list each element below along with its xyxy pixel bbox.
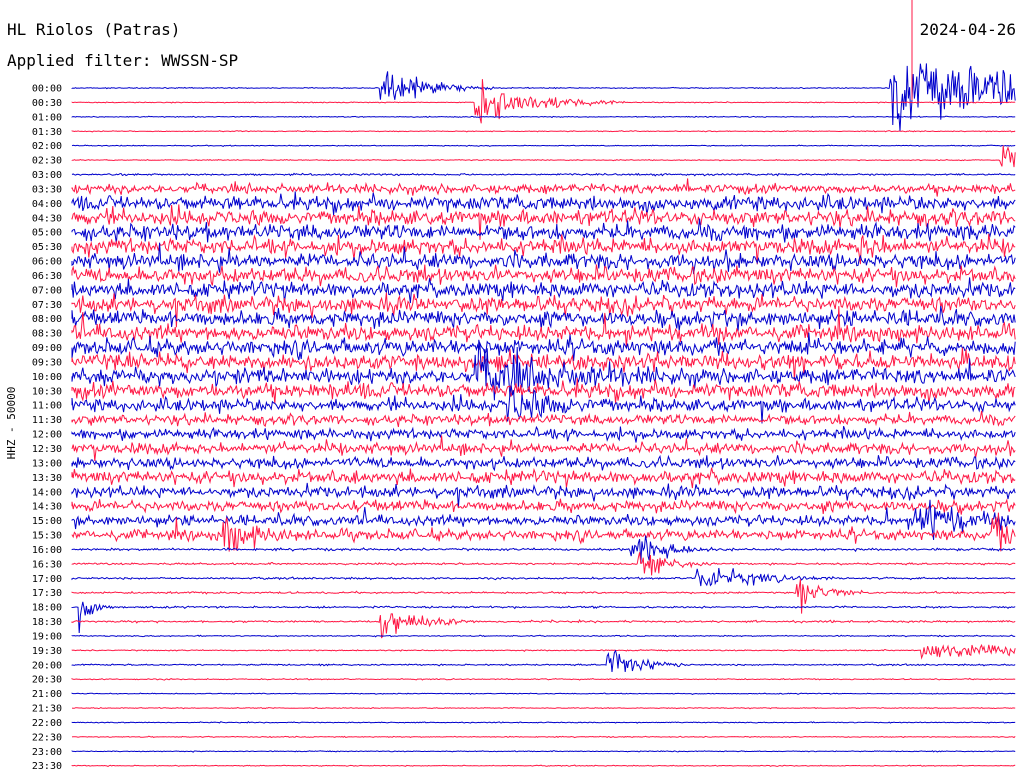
row-time-label: 19:30: [32, 646, 62, 657]
trace-row-2330: [71, 764, 1016, 767]
trace-row-0100: [71, 115, 1016, 119]
row-time-label: 22:00: [32, 718, 62, 729]
row-time-label: 14:00: [32, 487, 62, 498]
row-time-label: 01:00: [32, 112, 62, 123]
row-time-label: 06:30: [32, 271, 62, 282]
row-time-label: 02:30: [32, 156, 62, 167]
row-time-label: 16:00: [32, 545, 62, 556]
trace-row-1930: [71, 643, 1016, 660]
trace-row-1800: [71, 601, 1016, 634]
row-time-label: 17:00: [32, 574, 62, 585]
row-time-label: 23:30: [32, 761, 62, 772]
row-time-label: 12:30: [32, 444, 62, 455]
row-time-label: 05:00: [32, 228, 62, 239]
trace-row-1830: [71, 613, 1016, 639]
trace-row-1200: [71, 425, 1016, 443]
row-time-label: 15:00: [32, 516, 62, 527]
row-time-label: 19:00: [32, 631, 62, 642]
trace-row-0000: [71, 63, 1016, 132]
trace-row-2130: [71, 706, 1016, 710]
row-time-label: 20:30: [32, 675, 62, 686]
trace-row-0230: [71, 145, 1016, 168]
trace-row-1730: [71, 579, 1016, 614]
row-time-label: 08:30: [32, 329, 62, 340]
row-time-label: 03:00: [32, 170, 62, 181]
trace-row-0800: [71, 305, 1016, 332]
row-time-label: 21:00: [32, 689, 62, 700]
trace-row-2100: [71, 692, 1016, 696]
trace-row-2000: [71, 649, 1016, 673]
row-time-label: 02:00: [32, 141, 62, 152]
trace-row-1300: [71, 454, 1016, 472]
trace-row-1430: [71, 498, 1016, 515]
row-time-label: 16:30: [32, 559, 62, 570]
trace-row-1900: [71, 634, 1016, 638]
trace-row-1130: [71, 410, 1016, 428]
trace-row-0330: [71, 178, 1016, 197]
row-time-label: 17:30: [32, 588, 62, 599]
row-time-label: 00:00: [32, 84, 62, 95]
row-time-label: 06:00: [32, 257, 62, 268]
row-time-label: 21:30: [32, 704, 62, 715]
row-time-label: 22:30: [32, 732, 62, 743]
trace-row-0700: [71, 277, 1016, 304]
trace-row-1330: [71, 467, 1016, 489]
row-time-label: 18:00: [32, 603, 62, 614]
helicorder-plot: 00:00 00:30 01:00 01:30 02:00 02:30 03:00 03:30…: [32, 0, 1016, 773]
row-time-label: 13:00: [32, 458, 62, 469]
row-time-label: 09:00: [32, 343, 62, 354]
trace-row-2230: [71, 735, 1016, 739]
row-time-label: 10:00: [32, 372, 62, 383]
row-time-label: 20:00: [32, 660, 62, 671]
row-time-label: 23:00: [32, 747, 62, 758]
row-time-label: 14:30: [32, 502, 62, 513]
trace-row-2200: [71, 721, 1016, 724]
row-time-label: 18:30: [32, 617, 62, 628]
trace-row-0630: [71, 264, 1016, 288]
trace-row-0130: [71, 130, 1016, 133]
row-time-label: 13:30: [32, 473, 62, 484]
row-time-label: 03:30: [32, 184, 62, 195]
trace-row-0830: [71, 306, 1016, 348]
row-time-label: 08:00: [32, 314, 62, 325]
trace-row-1630: [71, 552, 1016, 576]
row-time-label: 01:30: [32, 127, 62, 138]
trace-row-0400: [71, 191, 1016, 215]
row-time-label: 05:30: [32, 242, 62, 253]
row-time-label: 11:30: [32, 415, 62, 426]
row-time-label: 11:00: [32, 401, 62, 412]
row-time-label: 07:30: [32, 300, 62, 311]
row-time-label: 15:30: [32, 531, 62, 542]
trace-row-1700: [71, 567, 1016, 587]
trace-row-0300: [71, 172, 1016, 177]
row-time-label: 04:00: [32, 199, 62, 210]
trace-row-2300: [71, 750, 1016, 753]
row-time-label: 10:30: [32, 386, 62, 397]
trace-row-1600: [71, 535, 1016, 564]
row-time-label: 09:30: [32, 357, 62, 368]
trace-group: [71, 63, 1016, 767]
row-time-label: 00:30: [32, 98, 62, 109]
row-time-label: 12:00: [32, 430, 62, 441]
trace-row-1400: [71, 482, 1016, 508]
row-time-label: 04:30: [32, 213, 62, 224]
trace-row-2030: [71, 677, 1016, 681]
trace-row-0930: [71, 347, 1016, 381]
trace-row-0200: [71, 144, 1016, 147]
row-time-label: 07:00: [32, 285, 62, 296]
row-label-group: 00:00 00:30 01:00 01:30 02:00 02:30 03:00 03:30…: [32, 84, 62, 773]
